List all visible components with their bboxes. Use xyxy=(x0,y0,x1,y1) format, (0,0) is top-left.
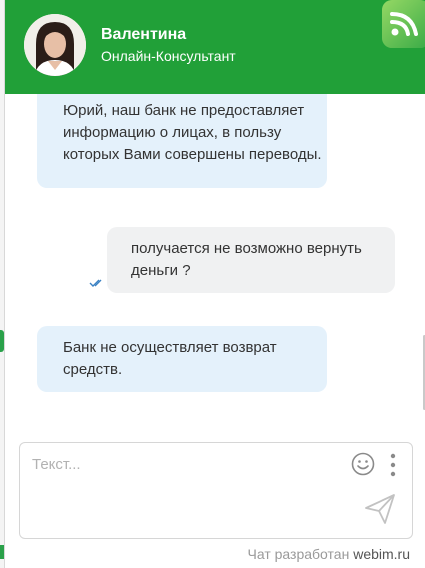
smile-icon[interactable] xyxy=(351,452,375,476)
double-check-icon xyxy=(89,275,105,287)
message-text: Банк не осуществляет возврат средств. xyxy=(63,339,277,378)
message-composer xyxy=(19,442,413,539)
agent-avatar xyxy=(24,14,86,76)
agent-role: Онлайн-Консультант xyxy=(101,48,236,64)
message-text: получается не возможно вернуть деньги ? xyxy=(131,240,362,279)
message-list[interactable]: Юрий, наш банк не предоставляет информац… xyxy=(5,94,425,436)
operator-message: Банк не осуществляет возврат средств. xyxy=(37,326,327,392)
operator-message: Юрий, наш банк не предоставляет информац… xyxy=(37,94,327,188)
chat-widget: Валентина Онлайн-Консультант Юрий, наш б… xyxy=(4,0,425,568)
footer-credit: Чат разработан webim.ru xyxy=(248,546,410,562)
more-vertical-icon[interactable] xyxy=(388,452,398,478)
send-icon[interactable] xyxy=(363,492,397,526)
message-text: Юрий, наш банк не предоставляет информац… xyxy=(63,102,322,163)
chat-header: Валентина Онлайн-Консультант xyxy=(5,0,425,94)
agent-name: Валентина xyxy=(101,26,187,43)
logo-icon xyxy=(382,0,425,48)
message-input[interactable] xyxy=(32,453,332,475)
footer-prefix: Чат разработан xyxy=(247,546,350,562)
visitor-message: получается не возможно вернуть деньги ? xyxy=(107,227,395,293)
footer-brand-link[interactable]: webim.ru xyxy=(353,546,410,562)
